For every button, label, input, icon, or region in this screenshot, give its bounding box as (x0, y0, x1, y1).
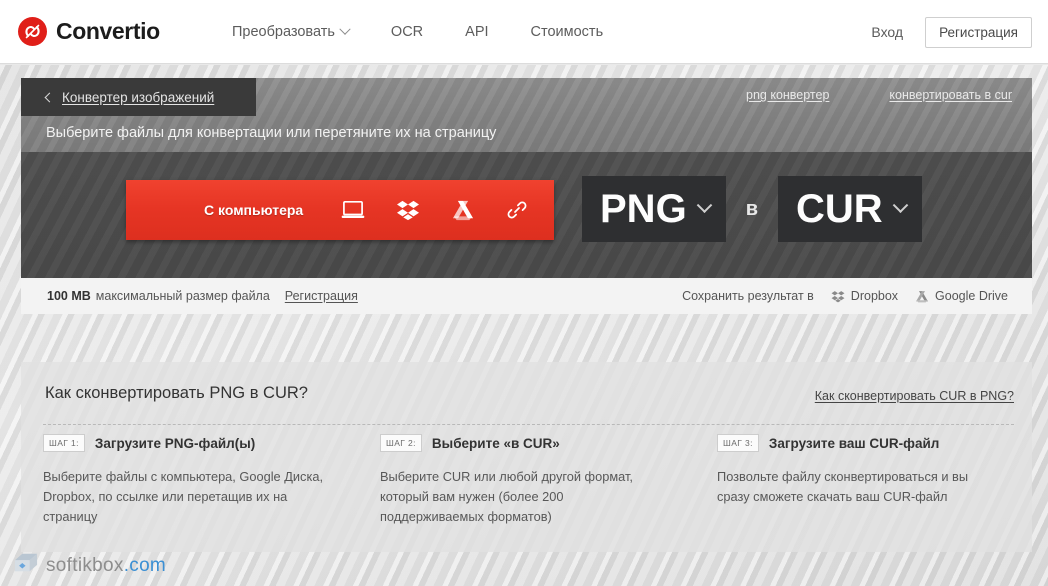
nav-item-api[interactable]: API (465, 24, 488, 40)
step-title: Загрузите PNG-файл(ы) (94, 435, 256, 451)
format-selectors: PNG в CUR (582, 176, 922, 242)
steps-columns: ШАГ 1: Загрузите PNG-файл(ы) Выберите фа… (21, 434, 1032, 526)
logo[interactable]: Convertio (18, 17, 160, 46)
chevron-down-icon (892, 196, 908, 213)
info-bar: 100 MB максимальный размер файла Регистр… (21, 278, 1032, 314)
banner-link-convert-to-cur[interactable]: конвертировать в cur (889, 88, 1012, 102)
max-size-info: 100 MB максимальный размер файла Регистр… (47, 289, 358, 303)
target-format-value: CUR (795, 187, 883, 231)
step-description: Позвольте файлу сконвертироваться и вы с… (717, 469, 969, 504)
nav-label: OCR (390, 24, 424, 40)
format-separator: в (745, 197, 758, 220)
step-badge: ШАГ 3: (717, 434, 759, 452)
nav-item-ocr[interactable]: OCR (391, 24, 423, 40)
nav-item-pricing[interactable]: Стоимость (531, 24, 604, 40)
how-to-header: Как сконвертировать PNG в CUR? Как сконв… (21, 362, 1032, 424)
nav-label: API (465, 24, 489, 40)
chevron-left-icon (44, 92, 55, 102)
source-format-selector[interactable]: PNG (582, 176, 726, 242)
login-link[interactable]: Вход (871, 24, 903, 40)
google-drive-icon[interactable] (451, 199, 475, 221)
signup-button[interactable]: Регистрация (925, 16, 1032, 48)
link-icon[interactable] (506, 199, 528, 221)
panel-header-strip: Конвертер изображений png конвертер конв… (21, 78, 1032, 152)
save-targets: Сохранить результат в Dropbox Google Dri… (682, 289, 1008, 303)
google-drive-icon (915, 290, 929, 303)
watermark-text: softikbox.com (46, 555, 166, 577)
max-size-label: максимальный размер файла (95, 289, 270, 303)
softikbox-logo-icon (13, 551, 39, 580)
main-nav: Преобразовать OCR API Стоимость (232, 0, 603, 64)
step-description: Выберите CUR или любой другой формат, ко… (380, 469, 633, 524)
max-size-value: 100 MB (47, 289, 91, 303)
nav-item-convert[interactable]: Преобразовать (232, 23, 351, 40)
chevron-down-icon (339, 23, 351, 35)
how-to-title: Как сконвертировать PNG в CUR? (45, 384, 308, 402)
save-to-google-drive[interactable]: Google Drive (915, 289, 1008, 303)
watermark-name: softikbox (46, 554, 124, 576)
how-to-section: Как сконвертировать PNG в CUR? Как сконв… (21, 362, 1032, 552)
step-badge: ШАГ 2: (380, 434, 422, 452)
target-format-selector[interactable]: CUR (777, 176, 922, 242)
step-3: ШАГ 3: Загрузите ваш CUR-файл Позвольте … (695, 434, 1032, 526)
save-result-label: Сохранить результат в (682, 289, 814, 303)
upload-from-computer-button[interactable]: С компьютера (126, 180, 554, 240)
laptop-icon[interactable] (341, 200, 365, 220)
step-description: Выберите файлы с компьютера, Google Диск… (43, 469, 323, 524)
convertio-logo-icon (18, 17, 47, 46)
step-heading: ШАГ 1: Загрузите PNG-файл(ы) (43, 434, 330, 452)
step-heading: ШАГ 2: Выберите «в CUR» (380, 434, 667, 452)
step-heading: ШАГ 3: Загрузите ваш CUR-файл (717, 434, 1004, 452)
upload-source-icons (341, 199, 528, 221)
step-1: ШАГ 1: Загрузите PNG-файл(ы) Выберите фа… (21, 434, 358, 526)
banner-link-png-converter[interactable]: png конвертер (746, 88, 829, 102)
site-header: Convertio Преобразовать OCR API Стоимост… (0, 0, 1048, 64)
source-format-value: PNG (600, 187, 687, 231)
upload-button-label: С компьютера (204, 202, 304, 218)
dropbox-label: Dropbox (850, 289, 899, 303)
brand-name: Convertio (56, 18, 160, 44)
panel-subtitle: Выберите файлы для конвертации или перет… (46, 125, 497, 141)
nav-label: Стоимость (530, 24, 604, 40)
step-2: ШАГ 2: Выберите «в CUR» Выберите CUR или… (358, 434, 695, 526)
header-actions: Вход Регистрация (871, 0, 1032, 64)
breadcrumb-back-tab[interactable]: Конвертер изображений (21, 78, 256, 116)
dropbox-icon[interactable] (396, 199, 420, 221)
step-title: Загрузите ваш CUR-файл (768, 435, 940, 451)
dropbox-icon (831, 290, 845, 303)
page-root: Convertio Преобразовать OCR API Стоимост… (0, 0, 1048, 586)
watermark: softikbox.com (13, 551, 166, 580)
step-title: Выберите «в CUR» (431, 435, 560, 451)
nav-label: Преобразовать (232, 24, 335, 40)
reverse-conversion-link[interactable]: Как сконвертировать CUR в PNG? (815, 389, 1014, 403)
save-to-dropbox[interactable]: Dropbox (831, 289, 898, 303)
chevron-down-icon (696, 196, 712, 213)
watermark-tld: .com (123, 554, 167, 576)
section-divider (43, 424, 1014, 425)
breadcrumb-label: Конвертер изображений (62, 89, 215, 105)
google-drive-label: Google Drive (935, 289, 1008, 303)
banner-links: png конвертер конвертировать в cur (746, 88, 1012, 102)
step-badge: ШАГ 1: (43, 434, 85, 452)
register-link[interactable]: Регистрация (285, 289, 358, 303)
